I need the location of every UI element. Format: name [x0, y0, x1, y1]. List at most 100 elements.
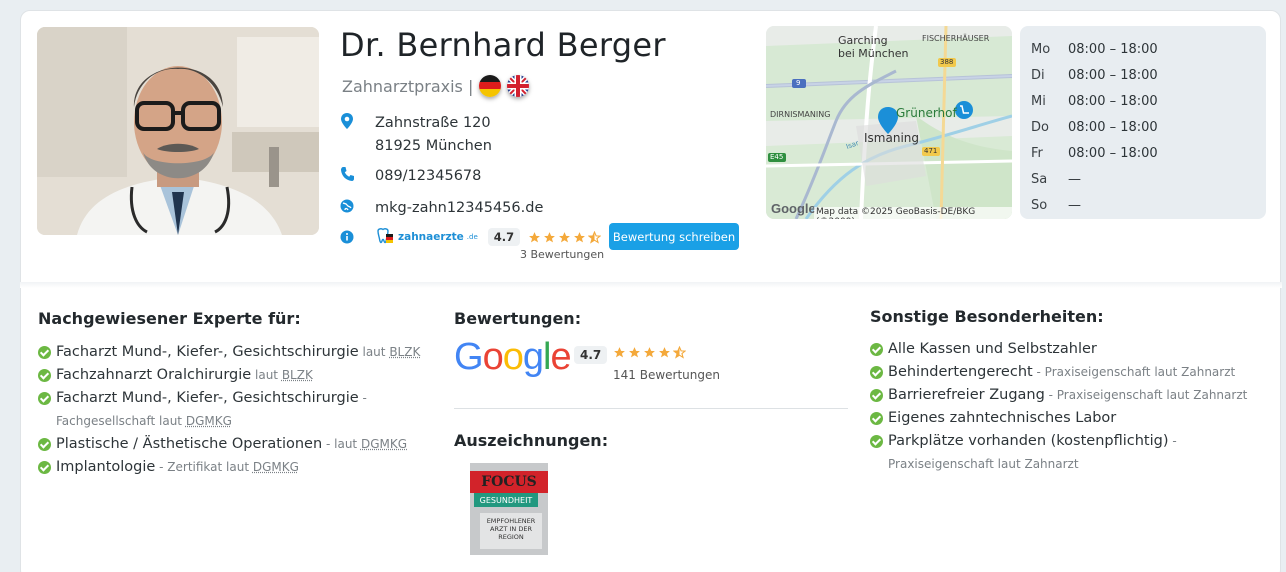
hours-time: 08:00 – 18:00 [1068, 120, 1158, 135]
hours-row: Fr 08:00 – 18:00 [1031, 140, 1255, 166]
section-divider [20, 282, 1282, 288]
opening-hours: Mo 08:00 – 18:00 Di 08:00 – 18:00 Mi 08:00 – … [1020, 26, 1266, 219]
focus-text: EMPFOHLENER ARZT IN DER REGION [480, 513, 542, 549]
hours-time: 08:00 – 18:00 [1068, 146, 1158, 161]
star-icon [628, 346, 641, 359]
expert-item: Facharzt Mund-, Kiefer-, Gesichtschirurg… [38, 387, 438, 433]
star-icon [643, 346, 656, 359]
expert-title: Nachgewiesener Experte für: [38, 309, 301, 328]
check-icon [870, 366, 883, 379]
special-item-label: Parkplätze vorhanden (kostenpflichtig) [888, 433, 1169, 449]
expert-item-source[interactable]: BLZK [389, 345, 420, 359]
map-label-dirnismaning: DIRNISMANING [770, 110, 830, 119]
map-road-388: 388 [940, 58, 953, 66]
hours-day: Sa [1031, 172, 1068, 187]
hours-time: 08:00 – 18:00 [1068, 68, 1158, 83]
hours-row: Sa — [1031, 166, 1255, 192]
address-line-2: 81925 München [375, 135, 492, 158]
reviews-title: Bewertungen: [454, 309, 581, 328]
hours-day: Di [1031, 68, 1068, 83]
expert-item-source[interactable]: BLZK [282, 368, 313, 382]
info-icon [340, 229, 354, 245]
hours-time: 08:00 – 18:00 [1068, 94, 1158, 109]
phone-number[interactable]: 089/12345678 [375, 165, 481, 188]
google-review-count: 141 Bewertungen [613, 368, 720, 382]
expert-item-source[interactable]: DGMKG [253, 460, 299, 474]
location-pin-icon [340, 113, 354, 129]
doctor-name: Dr. Bernhard Berger [340, 26, 666, 64]
hours-day: Fr [1031, 146, 1068, 161]
zahnaerzte-logo[interactable]: zahnaerzte .de [375, 228, 478, 246]
google-stars [613, 346, 686, 359]
star-icon [613, 346, 626, 359]
expert-item: Fachzahnarzt Oralchirurgie laut BLZK [38, 364, 438, 387]
expert-item-label: Facharzt Mund-, Kiefer-, Gesichtschirurg… [56, 344, 359, 360]
special-list: Alle Kassen und Selbstzahler Behinderteng… [870, 338, 1270, 476]
special-item: Behindertengerecht - Praxiseigenschaft l… [870, 361, 1270, 384]
focus-award-badge: FOCUS GESUNDHEIT EMPFOHLENER ARZT IN DER… [470, 463, 548, 555]
expert-item: Implantologie - Zertifikat laut DGMKG [38, 456, 438, 479]
check-icon [870, 343, 883, 356]
expert-item: Plastische / Ästhetische Operationen - l… [38, 433, 438, 456]
portal-rating-row: zahnaerzte .de 4.7 [340, 228, 601, 246]
special-item-label: Eigenes zahntechnisches Labor [888, 410, 1116, 426]
special-item-label: Behindertengerecht [888, 364, 1033, 380]
expert-item-source[interactable]: DGMKG [361, 437, 407, 451]
portal-suffix: .de [467, 233, 478, 241]
hours-row: Mo 08:00 – 18:00 [1031, 36, 1255, 62]
focus-brand: FOCUS [470, 471, 548, 493]
expert-item: Facharzt Mund-, Kiefer-, Gesichtschirurg… [38, 341, 438, 364]
phone-icon [340, 166, 354, 182]
address-line-1: Zahnstraße 120 [375, 112, 492, 135]
check-icon [38, 369, 51, 382]
hours-row: Mi 08:00 – 18:00 [1031, 88, 1255, 114]
special-item-note: - Praxiseigenschaft laut Zahnarzt [1045, 388, 1248, 402]
check-icon [870, 435, 883, 448]
hours-time: — [1068, 172, 1081, 187]
website-link[interactable]: mkg-zahn12345456.de [375, 197, 543, 220]
special-item-label: Alle Kassen und Selbstzahler [888, 341, 1097, 357]
location-map[interactable]: Garching bei München FISCHERHÄUSER DIRNI… [766, 26, 1012, 219]
globe-icon [340, 198, 354, 214]
special-item-note: - Praxiseigenschaft laut Zahnarzt [1033, 365, 1236, 379]
map-google-logo: Google [771, 201, 816, 216]
special-item: Parkplätze vorhanden (kostenpflichtig) -… [870, 430, 1270, 476]
expert-item-source[interactable]: DGMKG [186, 414, 232, 428]
expert-item-note-prefix: laut [251, 368, 282, 382]
hours-row: Do 08:00 – 18:00 [1031, 114, 1255, 140]
hours-row: So — [1031, 192, 1255, 218]
portal-review-count: 3 Bewertungen [520, 248, 604, 261]
expert-item-label: Plastische / Ästhetische Operationen [56, 436, 322, 452]
write-review-button[interactable]: Bewertung schreiben [609, 223, 739, 250]
map-label-ismaning: Ismaning [864, 131, 919, 145]
expert-item-label: Fachzahnarzt Oralchirurgie [56, 367, 251, 383]
special-item-label: Barrierefreier Zugang [888, 387, 1045, 403]
doctor-photo [37, 27, 319, 235]
hours-row: Di 08:00 – 18:00 [1031, 62, 1255, 88]
half-star-icon [588, 231, 601, 244]
star-icon [558, 231, 571, 244]
tooth-icon [375, 228, 395, 246]
focus-sub: GESUNDHEIT [474, 493, 538, 507]
hours-time: 08:00 – 18:00 [1068, 42, 1158, 57]
awards-title: Auszeichnungen: [454, 431, 608, 450]
google-logo: Google [454, 336, 571, 379]
portal-rating-badge: 4.7 [488, 228, 520, 246]
reviews-divider [454, 408, 848, 409]
phone-row[interactable]: 089/12345678 [340, 165, 481, 188]
check-icon [38, 461, 51, 474]
expert-item-label: Implantologie [56, 459, 155, 475]
expert-item-note-prefix: - Zertifikat laut [155, 460, 253, 474]
google-rating-badge: 4.7 [574, 346, 607, 364]
expert-item-note-prefix: laut [359, 345, 390, 359]
address-row: Zahnstraße 120 81925 München [340, 112, 492, 158]
hours-day: Mi [1031, 94, 1068, 109]
star-icon [658, 346, 671, 359]
specialty-line: Zahnarztpraxis | [342, 75, 529, 97]
check-icon [870, 389, 883, 402]
hours-time: — [1068, 198, 1081, 213]
check-icon [870, 412, 883, 425]
map-road-e45: E45 [770, 153, 783, 161]
star-icon [573, 231, 586, 244]
website-row[interactable]: mkg-zahn12345456.de [340, 197, 543, 220]
